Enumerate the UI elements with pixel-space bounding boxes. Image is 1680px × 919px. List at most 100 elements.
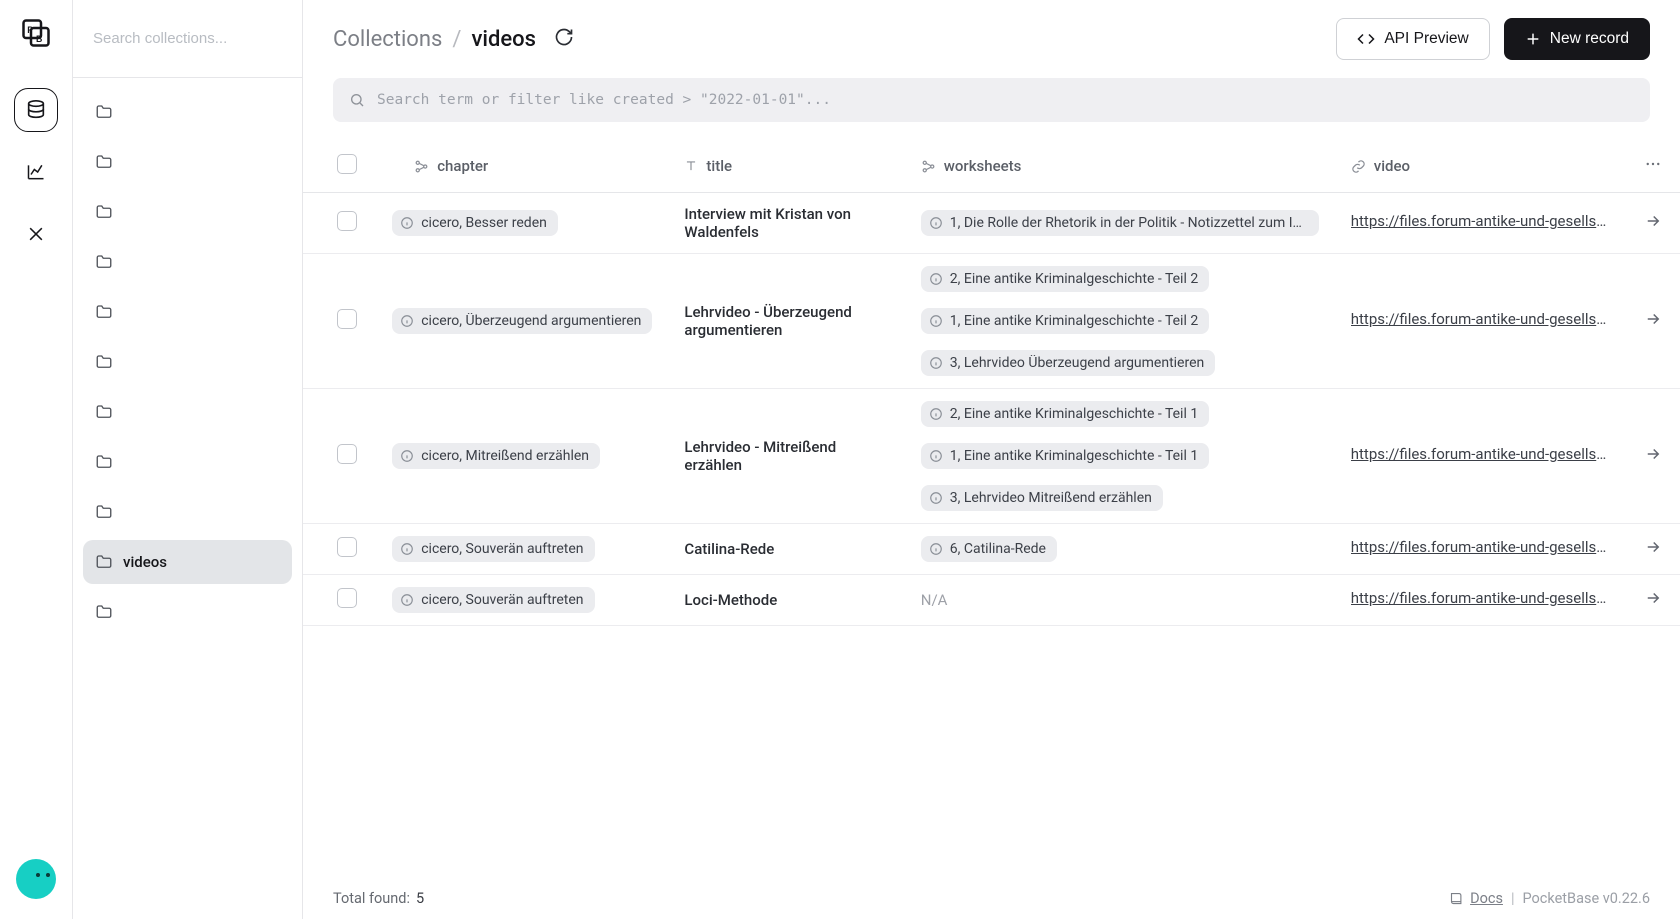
worksheets-cell: 2, Eine antike Kriminalgeschichte - Teil… [905, 254, 1335, 389]
sidebar-item[interactable] [83, 190, 292, 234]
title-cell: Lehrvideo - Mitreißend erzählen [668, 389, 904, 524]
info-icon [400, 593, 414, 607]
sidebar-item[interactable] [83, 290, 292, 334]
filter-bar [303, 78, 1680, 140]
arrow-right-icon [1644, 589, 1662, 607]
api-preview-label: API Preview [1384, 30, 1468, 48]
sidebar-item[interactable] [83, 140, 292, 184]
relation-chip[interactable]: 1, Eine antike Kriminalgeschichte - Teil… [921, 308, 1209, 334]
nav-settings[interactable] [14, 212, 58, 256]
relation-chip[interactable]: cicero, Überzeugend argumentieren [392, 308, 652, 334]
relation-chip[interactable]: cicero, Besser reden [392, 210, 558, 236]
records-table: chapter title worksheets [303, 140, 1680, 626]
sidebar-item[interactable] [83, 590, 292, 634]
video-cell: https://files.forum-antike-und-gesellsch… [1335, 193, 1627, 254]
open-row-arrow[interactable] [1627, 254, 1680, 389]
sidebar-item[interactable] [83, 240, 292, 284]
row-checkbox[interactable] [337, 444, 357, 464]
relation-chip[interactable]: 2, Eine antike Kriminalgeschichte - Teil… [921, 266, 1209, 292]
nav-collections[interactable] [14, 88, 58, 132]
relation-chip[interactable]: cicero, Souverän auftreten [392, 587, 594, 613]
relation-chip[interactable]: 1, Eine antike Kriminalgeschichte - Teil… [921, 443, 1209, 469]
folder-icon [95, 553, 113, 571]
sidebar-item[interactable] [83, 90, 292, 134]
arrow-right-icon [1644, 445, 1662, 463]
relation-chip[interactable]: 1, Die Rolle der Rhetorik in der Politik… [921, 210, 1319, 236]
table-row[interactable]: cicero, Souverän auftreten Catilina-Rede 6… [303, 524, 1680, 575]
sidebar-item-videos[interactable]: videos [83, 540, 292, 584]
new-record-label: New record [1550, 30, 1629, 48]
relation-chip[interactable]: 3, Lehrvideo Mitreißend erzählen [921, 485, 1163, 511]
refresh-button[interactable] [554, 27, 574, 51]
sidebar-item[interactable] [83, 490, 292, 534]
footer: Total found: 5 Docs | PocketBase v0.22.6 [303, 877, 1680, 919]
relation-chip[interactable]: 3, Lehrvideo Überzeugend argumentieren [921, 350, 1216, 376]
info-icon [929, 356, 943, 370]
row-checkbox[interactable] [337, 588, 357, 608]
table-row[interactable]: cicero, Überzeugend argumentierenLehrvid… [303, 254, 1680, 389]
docs-link[interactable]: Docs [1449, 890, 1503, 907]
folder-icon [95, 303, 113, 321]
relation-chip[interactable]: 6, Catilina-Rede [921, 536, 1057, 562]
svg-text:B: B [36, 34, 42, 44]
chip-label: cicero, Souverän auftreten [421, 592, 583, 608]
open-row-arrow[interactable] [1627, 524, 1680, 575]
docs-label: Docs [1470, 890, 1503, 907]
title-cell: Catilina-Rede [668, 524, 904, 575]
svg-text:P: P [27, 25, 33, 35]
chapter-cell: cicero, Souverän auftreten [376, 524, 668, 575]
filter-input-wrap[interactable] [333, 78, 1650, 122]
new-record-button[interactable]: New record [1504, 18, 1650, 60]
col-header-video[interactable]: video [1335, 140, 1627, 193]
relation-chip[interactable]: cicero, Souverän auftreten [392, 536, 594, 562]
breadcrumb-current: videos [471, 27, 536, 52]
arrow-right-icon [1644, 538, 1662, 556]
info-icon [929, 272, 943, 286]
row-checkbox[interactable] [337, 309, 357, 329]
video-link[interactable]: https://files.forum-antike-und-gesellsch… [1351, 310, 1611, 328]
topbar: Collections / videos API Preview New rec… [303, 0, 1680, 78]
sidebar-item[interactable] [83, 440, 292, 484]
na-label: N/A [921, 591, 948, 609]
chip-label: 2, Eine antike Kriminalgeschichte - Teil… [950, 406, 1198, 422]
relation-chip[interactable]: 2, Eine antike Kriminalgeschichte - Teil… [921, 401, 1209, 427]
folder-icon [95, 403, 113, 421]
sidebar-search-input[interactable] [93, 30, 282, 47]
video-link[interactable]: https://files.forum-antike-und-gesellsch… [1351, 445, 1611, 463]
table-row[interactable]: cicero, Mitreißend erzählen Lehrvideo - M… [303, 389, 1680, 524]
filter-input[interactable] [377, 92, 1634, 108]
row-checkbox[interactable] [337, 537, 357, 557]
video-cell: https://files.forum-antike-und-gesellsch… [1335, 254, 1627, 389]
col-header-worksheets[interactable]: worksheets [905, 140, 1335, 193]
chip-label: 3, Lehrvideo Überzeugend argumentieren [950, 355, 1205, 371]
row-checkbox[interactable] [337, 211, 357, 231]
video-link[interactable]: https://files.forum-antike-und-gesellsch… [1351, 538, 1611, 556]
relation-icon [414, 159, 429, 174]
folder-icon [95, 253, 113, 271]
video-link[interactable]: https://files.forum-antike-und-gesellsch… [1351, 212, 1611, 230]
col-header-more[interactable] [1627, 140, 1680, 193]
nav-logs[interactable] [14, 150, 58, 194]
col-worksheets-label: worksheets [944, 157, 1022, 175]
video-link[interactable]: https://files.forum-antike-und-gesellsch… [1351, 589, 1611, 607]
col-header-chapter[interactable]: chapter [376, 140, 668, 193]
chart-line-icon [26, 162, 46, 182]
worksheets-cell: N/A [905, 575, 1335, 626]
open-row-arrow[interactable] [1627, 389, 1680, 524]
open-row-arrow[interactable] [1627, 575, 1680, 626]
sidebar-item[interactable] [83, 390, 292, 434]
arrow-right-icon [1644, 212, 1662, 230]
table-row[interactable]: cicero, Besser redenInterview mit Krista… [303, 193, 1680, 254]
breadcrumb-root[interactable]: Collections [333, 27, 442, 52]
table-row[interactable]: cicero, Souverän auftretenLoci-MethodeN/… [303, 575, 1680, 626]
select-all-checkbox[interactable] [337, 154, 357, 174]
breadcrumb: Collections / videos [333, 27, 536, 52]
chapter-cell: cicero, Überzeugend argumentieren [376, 254, 668, 389]
user-avatar[interactable] [16, 859, 56, 899]
open-row-arrow[interactable] [1627, 193, 1680, 254]
api-preview-button[interactable]: API Preview [1336, 18, 1489, 60]
relation-chip[interactable]: cicero, Mitreißend erzählen [392, 443, 600, 469]
col-header-title[interactable]: title [668, 140, 904, 193]
row-select-cell [303, 524, 376, 575]
sidebar-item[interactable] [83, 340, 292, 384]
